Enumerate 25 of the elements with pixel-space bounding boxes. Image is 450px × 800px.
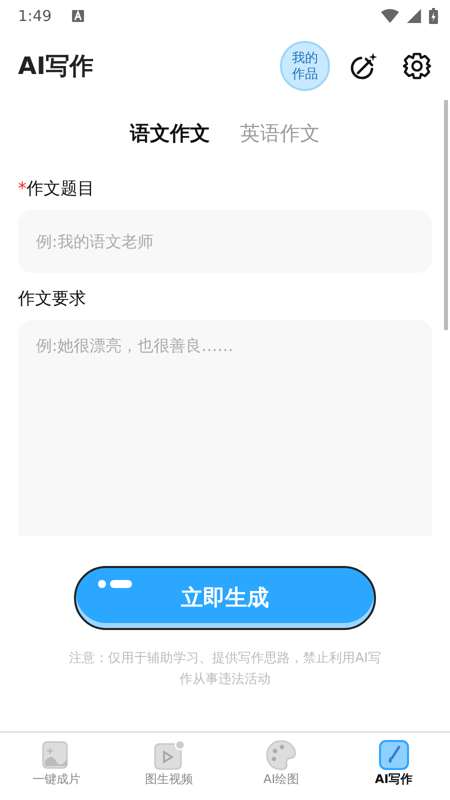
notification-icon (72, 10, 84, 22)
requirements-text-area[interactable]: 例:她很漂亮，也很善良…… (18, 320, 432, 536)
nav-tab[interactable]: AI写作 (338, 733, 450, 800)
nav-tab[interactable]: 图生视频 (112, 733, 225, 800)
field-label: 作文要求 (18, 288, 86, 310)
battery-icon (429, 8, 438, 24)
video-icon (152, 739, 185, 771)
required-mark: * (18, 179, 26, 199)
wifi-icon (381, 9, 399, 23)
magic-wand-icon[interactable] (348, 51, 378, 81)
palette-icon (265, 739, 298, 771)
signal-icon (407, 9, 421, 23)
brush-icon (378, 739, 410, 771)
my-works-button[interactable]: 我的作品 (280, 41, 330, 91)
field-label: 作文题目 (26, 178, 94, 200)
settings-icon[interactable] (402, 51, 432, 81)
status-time: 1:49 (18, 7, 52, 25)
generate-button[interactable]: 立即生成 (74, 566, 376, 630)
tab[interactable]: 英语作文 (240, 116, 320, 151)
nav-tab[interactable]: AI绘图 (225, 733, 338, 800)
nav-tab[interactable]: 一键成片 (0, 733, 112, 800)
title-input-field[interactable]: 例:我的语文老师 (18, 210, 432, 273)
tab[interactable]: 语文作文 (130, 116, 210, 151)
page-title: AI写作 (18, 51, 94, 82)
notice-text: 注意：仅用于辅助学习、提供写作思路，禁止利用AI写作从事违法活动 (68, 650, 382, 689)
